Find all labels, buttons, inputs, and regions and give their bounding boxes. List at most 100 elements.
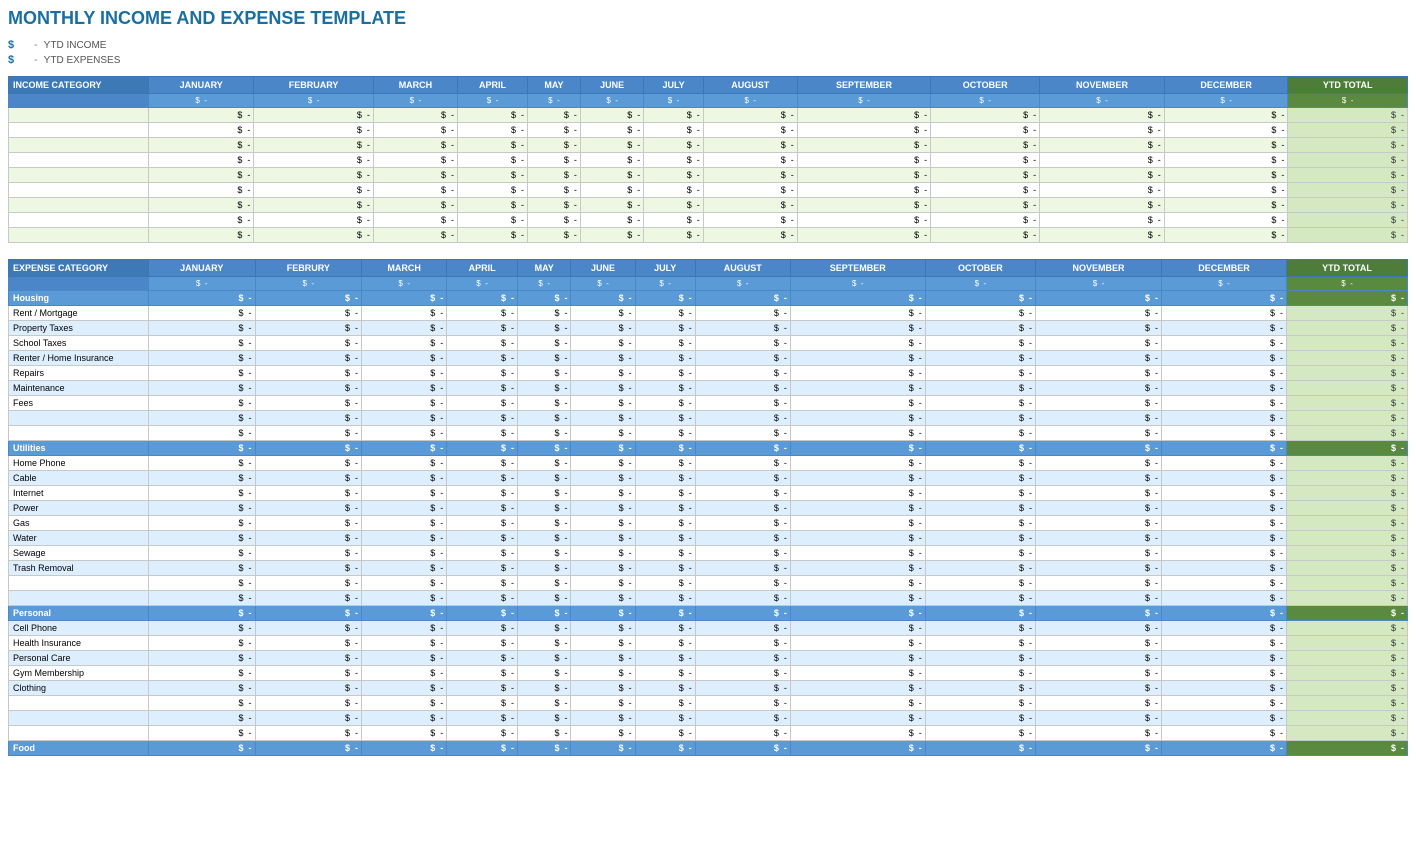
expense-value-cell[interactable]: $ - <box>790 396 925 411</box>
expense-value-cell[interactable]: $ - <box>362 501 447 516</box>
expense-value-cell[interactable]: $ - <box>517 561 570 576</box>
expense-value-cell[interactable]: $ - <box>925 621 1035 636</box>
expense-value-cell[interactable]: $ - <box>255 621 362 636</box>
expense-value-cell[interactable]: $ - <box>695 651 790 666</box>
income-value-cell[interactable]: $ - <box>703 123 797 138</box>
expense-value-cell[interactable]: $ - <box>635 561 695 576</box>
income-value-cell[interactable]: $ - <box>580 138 643 153</box>
expense-value-cell[interactable]: $ - <box>635 546 695 561</box>
expense-value-cell[interactable]: $ - <box>790 621 925 636</box>
expense-value-cell[interactable]: $ - <box>790 576 925 591</box>
income-value-cell[interactable]: $ - <box>528 108 581 123</box>
income-value-cell[interactable]: $ - <box>931 153 1040 168</box>
income-value-cell[interactable]: $ - <box>1040 228 1165 243</box>
expense-value-cell[interactable]: $ - <box>1035 591 1161 606</box>
income-value-cell[interactable]: $ - <box>931 213 1040 228</box>
income-value-cell[interactable]: $ - <box>1040 168 1165 183</box>
expense-category-cell[interactable] <box>9 426 149 441</box>
income-value-cell[interactable]: $ - <box>254 108 374 123</box>
expense-value-cell[interactable]: $ - <box>790 426 925 441</box>
expense-value-cell[interactable]: $ - <box>1162 636 1287 651</box>
expense-value-cell[interactable]: $ - <box>635 411 695 426</box>
expense-category-cell[interactable]: Cable <box>9 471 149 486</box>
expense-value-cell[interactable]: $ - <box>571 636 635 651</box>
expense-value-cell[interactable]: $ - <box>695 741 790 756</box>
income-value-cell[interactable]: $ - <box>580 123 643 138</box>
expense-value-cell[interactable]: $ - <box>635 381 695 396</box>
expense-value-cell[interactable]: $ - <box>1035 426 1161 441</box>
expense-value-cell[interactable]: $ - <box>447 291 518 306</box>
income-value-cell[interactable]: $ - <box>797 198 930 213</box>
expense-category-cell[interactable]: Renter / Home Insurance <box>9 351 149 366</box>
expense-value-cell[interactable]: $ - <box>149 426 256 441</box>
expense-value-cell[interactable]: $ - <box>1035 441 1161 456</box>
income-value-cell[interactable]: $ - <box>644 108 703 123</box>
expense-value-cell[interactable]: $ - <box>447 636 518 651</box>
expense-value-cell[interactable]: $ - <box>925 561 1035 576</box>
expense-value-cell[interactable]: $ - <box>149 336 256 351</box>
expense-value-cell[interactable]: $ - <box>362 726 447 741</box>
expense-value-cell[interactable]: $ - <box>695 456 790 471</box>
expense-value-cell[interactable]: $ - <box>255 651 362 666</box>
expense-value-cell[interactable]: $ - <box>362 666 447 681</box>
income-value-cell[interactable]: $ - <box>1164 213 1288 228</box>
expense-value-cell[interactable]: $ - <box>517 516 570 531</box>
expense-category-cell[interactable] <box>9 591 149 606</box>
expense-value-cell[interactable]: $ - <box>517 651 570 666</box>
expense-value-cell[interactable]: $ - <box>517 291 570 306</box>
income-value-cell[interactable]: $ - <box>149 123 254 138</box>
expense-value-cell[interactable]: $ - <box>517 531 570 546</box>
expense-value-cell[interactable]: $ - <box>1035 471 1161 486</box>
expense-value-cell[interactable]: $ - <box>695 576 790 591</box>
expense-value-cell[interactable]: $ - <box>517 546 570 561</box>
expense-value-cell[interactable]: $ - <box>1035 621 1161 636</box>
expense-value-cell[interactable]: $ - <box>362 696 447 711</box>
expense-value-cell[interactable]: $ - <box>790 711 925 726</box>
expense-value-cell[interactable]: $ - <box>517 396 570 411</box>
expense-value-cell[interactable]: $ - <box>790 666 925 681</box>
expense-value-cell[interactable]: $ - <box>925 471 1035 486</box>
income-value-cell[interactable]: $ - <box>373 108 457 123</box>
expense-value-cell[interactable]: $ - <box>1162 441 1287 456</box>
income-category-cell[interactable] <box>9 228 149 243</box>
expense-value-cell[interactable]: $ - <box>635 306 695 321</box>
expense-value-cell[interactable]: $ - <box>790 501 925 516</box>
expense-value-cell[interactable]: $ - <box>255 351 362 366</box>
expense-value-cell[interactable]: $ - <box>1162 666 1287 681</box>
expense-value-cell[interactable]: $ - <box>635 606 695 621</box>
expense-value-cell[interactable]: $ - <box>635 486 695 501</box>
expense-category-cell[interactable]: Personal Care <box>9 651 149 666</box>
expense-value-cell[interactable]: $ - <box>571 741 635 756</box>
expense-value-cell[interactable]: $ - <box>517 711 570 726</box>
expense-value-cell[interactable]: $ - <box>635 396 695 411</box>
income-value-cell[interactable]: $ - <box>1164 168 1288 183</box>
expense-value-cell[interactable]: $ - <box>695 591 790 606</box>
income-value-cell[interactable]: $ - <box>797 228 930 243</box>
income-value-cell[interactable]: $ - <box>149 228 254 243</box>
income-value-cell[interactable]: $ - <box>254 138 374 153</box>
expense-value-cell[interactable]: $ - <box>571 501 635 516</box>
expense-value-cell[interactable]: $ - <box>695 426 790 441</box>
expense-value-cell[interactable]: $ - <box>447 351 518 366</box>
expense-value-cell[interactable]: $ - <box>925 666 1035 681</box>
expense-value-cell[interactable]: $ - <box>447 591 518 606</box>
income-value-cell[interactable]: $ - <box>149 138 254 153</box>
expense-value-cell[interactable]: $ - <box>517 321 570 336</box>
expense-value-cell[interactable]: $ - <box>1162 621 1287 636</box>
expense-value-cell[interactable]: $ - <box>925 711 1035 726</box>
expense-value-cell[interactable]: $ - <box>517 576 570 591</box>
expense-value-cell[interactable]: $ - <box>571 426 635 441</box>
expense-value-cell[interactable]: $ - <box>517 636 570 651</box>
expense-value-cell[interactable]: $ - <box>447 411 518 426</box>
income-value-cell[interactable]: $ - <box>703 168 797 183</box>
income-category-cell[interactable] <box>9 153 149 168</box>
expense-value-cell[interactable]: $ - <box>517 501 570 516</box>
expense-value-cell[interactable]: $ - <box>149 501 256 516</box>
expense-value-cell[interactable]: $ - <box>149 411 256 426</box>
expense-value-cell[interactable]: $ - <box>571 711 635 726</box>
income-value-cell[interactable]: $ - <box>797 183 930 198</box>
expense-value-cell[interactable]: $ - <box>149 741 256 756</box>
expense-value-cell[interactable]: $ - <box>517 681 570 696</box>
expense-value-cell[interactable]: $ - <box>149 456 256 471</box>
expense-value-cell[interactable]: $ - <box>790 456 925 471</box>
